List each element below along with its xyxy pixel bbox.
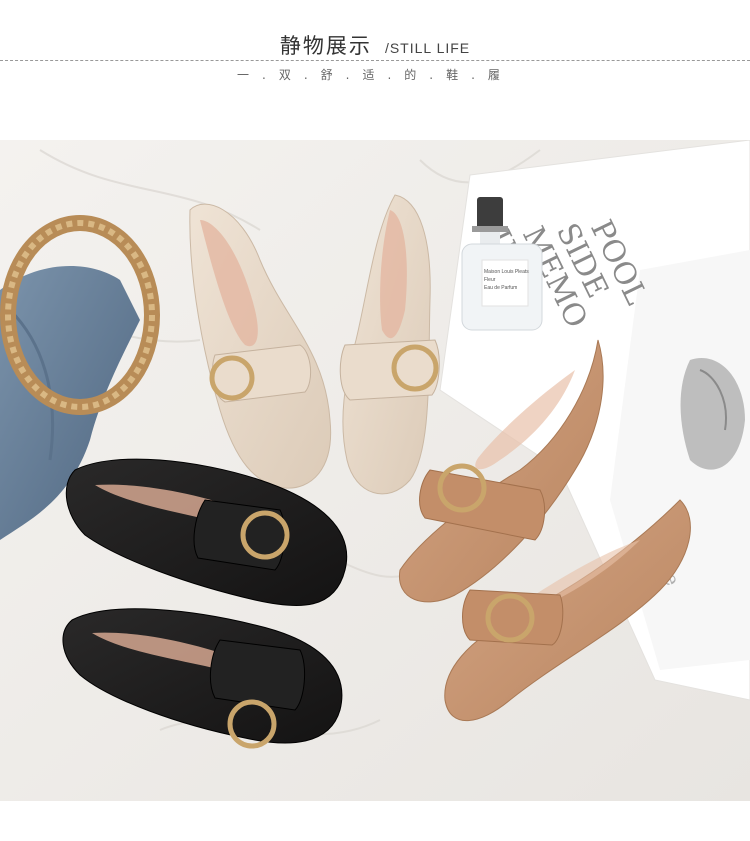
bottle-label-3: Eau de Parfum xyxy=(484,285,517,291)
section-title: 静物展示 xyxy=(279,34,372,58)
title-row: 静物展示 /STILL LIFE xyxy=(0,30,750,60)
section-title-en: /STILL LIFE xyxy=(384,40,471,56)
bottom-white-space xyxy=(0,801,750,841)
bottle-label-1: Maison Louis Pleats xyxy=(484,269,529,275)
product-still-life-photo: POOL SIDE MEMO IES mine Maison Louis Ple… xyxy=(0,140,750,801)
dashed-divider xyxy=(0,60,750,61)
section-header: 静物展示 /STILL LIFE 一.双.舒.适.的.鞋.履 xyxy=(0,0,750,120)
section-subtitle: 一.双.舒.适.的.鞋.履 xyxy=(237,68,513,82)
still-life-illustration: POOL SIDE MEMO IES mine Maison Louis Ple… xyxy=(0,140,750,801)
bottle-label-2: Fleur xyxy=(484,277,496,283)
